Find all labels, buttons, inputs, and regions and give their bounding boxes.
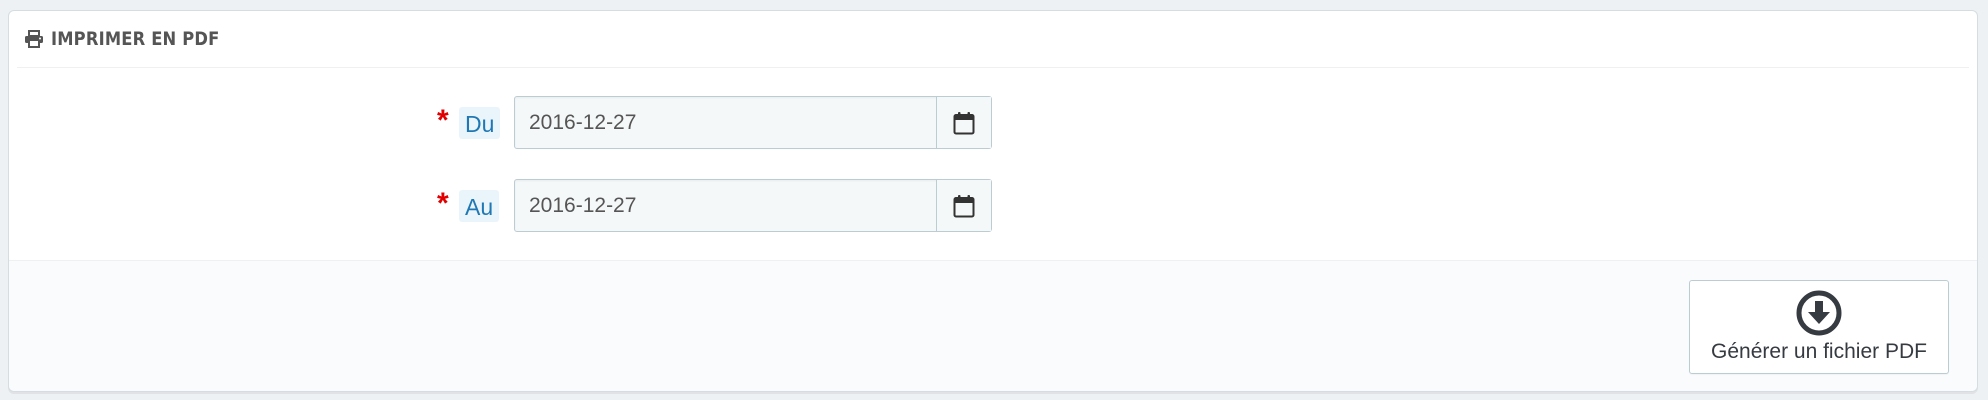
date-from-label: Du — [459, 107, 501, 139]
panel-title: IMPRIMER EN PDF — [51, 28, 220, 50]
date-to-label: Au — [459, 190, 500, 222]
panel-footer: Générer un fichier PDF — [9, 260, 1977, 391]
download-circle-icon — [1796, 290, 1842, 336]
generate-pdf-button[interactable]: Générer un fichier PDF — [1689, 280, 1949, 374]
generate-pdf-label: Générer un fichier PDF — [1711, 340, 1927, 363]
print-pdf-panel: IMPRIMER EN PDF * Du * Au — [8, 10, 1978, 392]
date-to-input[interactable] — [515, 180, 936, 231]
date-to-calendar-button[interactable] — [936, 180, 991, 231]
panel-heading: IMPRIMER EN PDF — [17, 11, 1969, 68]
date-from-calendar-button[interactable] — [936, 97, 991, 148]
calendar-icon — [953, 111, 975, 134]
print-icon — [23, 28, 45, 50]
calendar-icon — [953, 194, 975, 217]
required-marker: * — [437, 187, 449, 220]
date-from-group — [514, 96, 992, 149]
date-to-row: * Au — [9, 179, 1977, 234]
date-from-input[interactable] — [515, 97, 936, 148]
date-to-group — [514, 179, 992, 232]
required-marker: * — [437, 104, 449, 137]
date-from-row: * Du — [9, 96, 1977, 151]
